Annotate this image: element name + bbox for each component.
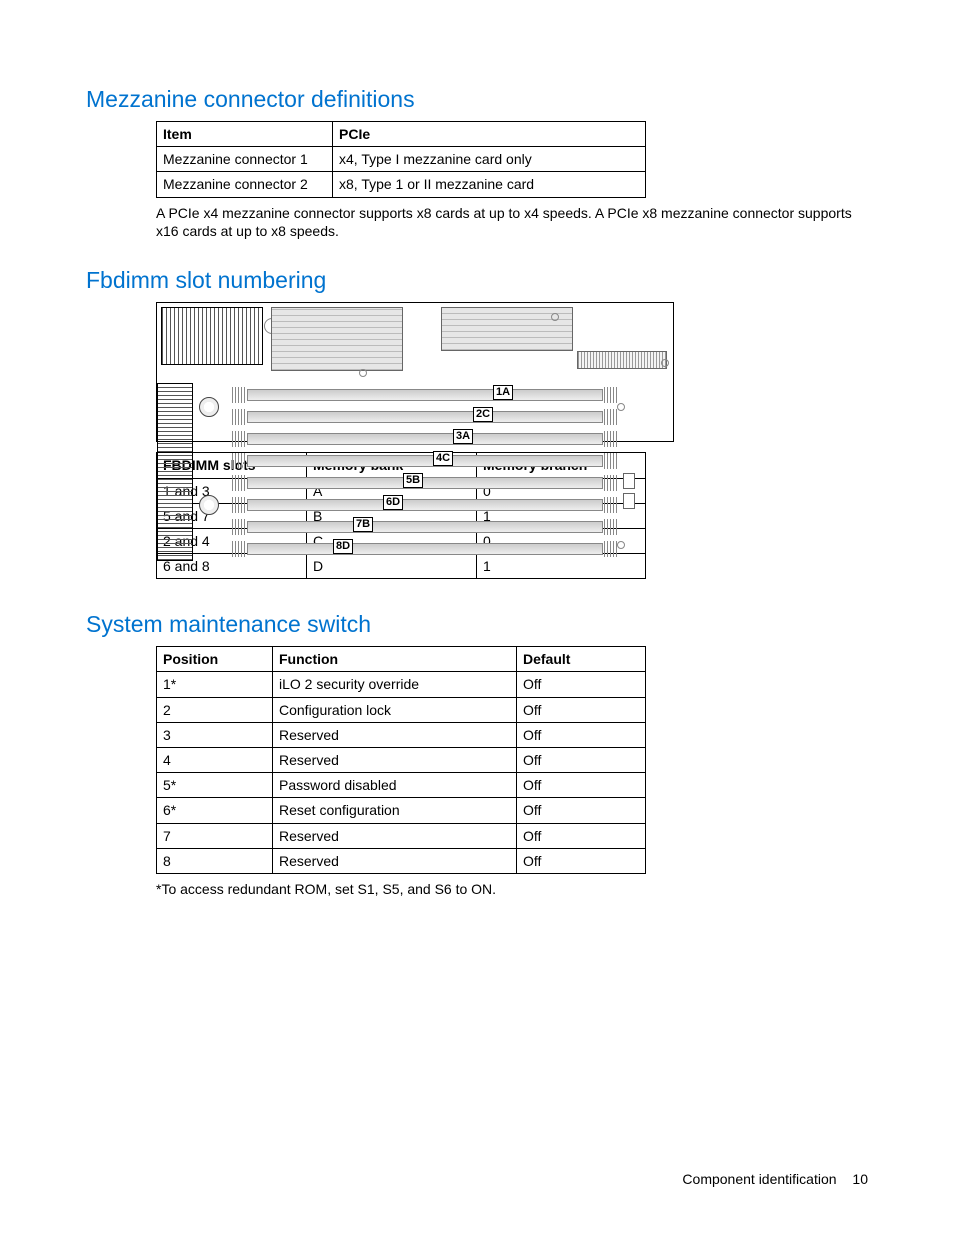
misc-icon: [623, 493, 635, 509]
cell: 1*: [157, 672, 273, 697]
cell: x8, Type 1 or II mezzanine card: [333, 172, 646, 197]
table-row: 6*Reset configurationOff: [157, 798, 646, 823]
page-footer: Component identification 10: [682, 1171, 868, 1187]
footer-section: Component identification: [682, 1171, 836, 1187]
dimm-slots: 1A 2C 3A 4C 5B 6D 7B 8D: [233, 385, 603, 561]
heading-mezzanine: Mezzanine connector definitions: [86, 86, 868, 113]
sms-table: Position Function Default 1*iLO 2 securi…: [156, 646, 646, 874]
cell: 3: [157, 722, 273, 747]
table-header-row: Item PCIe: [157, 122, 646, 147]
cell: iLO 2 security override: [273, 672, 517, 697]
cell: Reserved: [273, 848, 517, 873]
cell: 7: [157, 823, 273, 848]
heading-fbdimm: Fbdimm slot numbering: [86, 267, 868, 294]
cell: Reserved: [273, 748, 517, 773]
page: Mezzanine connector definitions Item PCI…: [0, 0, 954, 1235]
cell: Reserved: [273, 823, 517, 848]
cell: Off: [517, 722, 646, 747]
cell: Configuration lock: [273, 697, 517, 722]
cell: Mezzanine connector 1: [157, 147, 333, 172]
dimm-label: 6D: [383, 495, 403, 510]
col-header: Function: [273, 647, 517, 672]
table-row: Mezzanine connector 1 x4, Type I mezzani…: [157, 147, 646, 172]
misc-icon: [623, 473, 635, 489]
grill-icon: [157, 383, 193, 561]
table-header-row: Position Function Default: [157, 647, 646, 672]
col-header: PCIe: [333, 122, 646, 147]
table-row: 3ReservedOff: [157, 722, 646, 747]
dimm-label: 7B: [353, 517, 373, 532]
cell: Off: [517, 672, 646, 697]
mezzanine-table: Item PCIe Mezzanine connector 1 x4, Type…: [156, 121, 646, 198]
table-row: 4ReservedOff: [157, 748, 646, 773]
table-row: 8ReservedOff: [157, 848, 646, 873]
cell: 4: [157, 748, 273, 773]
cell: Off: [517, 773, 646, 798]
cell: Reset configuration: [273, 798, 517, 823]
sms-block: Position Function Default 1*iLO 2 securi…: [156, 646, 868, 899]
dimm-label: 1A: [493, 385, 513, 400]
component-block: [271, 307, 403, 371]
cell: 2: [157, 697, 273, 722]
fan-icon: [199, 397, 219, 417]
dimm-label: 5B: [403, 473, 423, 488]
hole-icon: [661, 359, 669, 367]
hole-icon: [617, 403, 625, 411]
cell: Reserved: [273, 722, 517, 747]
cell: x4, Type I mezzanine card only: [333, 147, 646, 172]
table-row: 1*iLO 2 security overrideOff: [157, 672, 646, 697]
table-row: 2Configuration lockOff: [157, 697, 646, 722]
mezzanine-note: A PCIe x4 mezzanine connector supports x…: [156, 204, 868, 242]
cell: 5*: [157, 773, 273, 798]
col-header: Item: [157, 122, 333, 147]
cell: Off: [517, 697, 646, 722]
hole-icon: [359, 369, 367, 377]
table-row: 7ReservedOff: [157, 823, 646, 848]
cell: Password disabled: [273, 773, 517, 798]
dimm-label: 4C: [433, 451, 453, 466]
table-row: 5*Password disabledOff: [157, 773, 646, 798]
heading-sms: System maintenance switch: [86, 611, 868, 638]
dimm-label: 3A: [453, 429, 473, 444]
cell: Off: [517, 823, 646, 848]
table-row: Mezzanine connector 2 x8, Type 1 or II m…: [157, 172, 646, 197]
cell: Mezzanine connector 2: [157, 172, 333, 197]
cell: 6*: [157, 798, 273, 823]
cell: Off: [517, 848, 646, 873]
cell: 8: [157, 848, 273, 873]
fbdimm-diagram: 1A 2C 3A 4C 5B 6D 7B 8D: [156, 302, 674, 442]
dimm-label: 8D: [333, 539, 353, 554]
diagram-top: [161, 307, 665, 371]
col-header: Default: [517, 647, 646, 672]
cell: Off: [517, 798, 646, 823]
footer-page-number: 10: [852, 1171, 868, 1187]
cell: Off: [517, 748, 646, 773]
connector-block: [577, 351, 667, 369]
sms-note: *To access redundant ROM, set S1, S5, an…: [156, 880, 868, 899]
col-header: Position: [157, 647, 273, 672]
grill-icon: [161, 307, 263, 365]
dimm-label: 2C: [473, 407, 493, 422]
mezzanine-block: Item PCIe Mezzanine connector 1 x4, Type…: [156, 121, 868, 241]
